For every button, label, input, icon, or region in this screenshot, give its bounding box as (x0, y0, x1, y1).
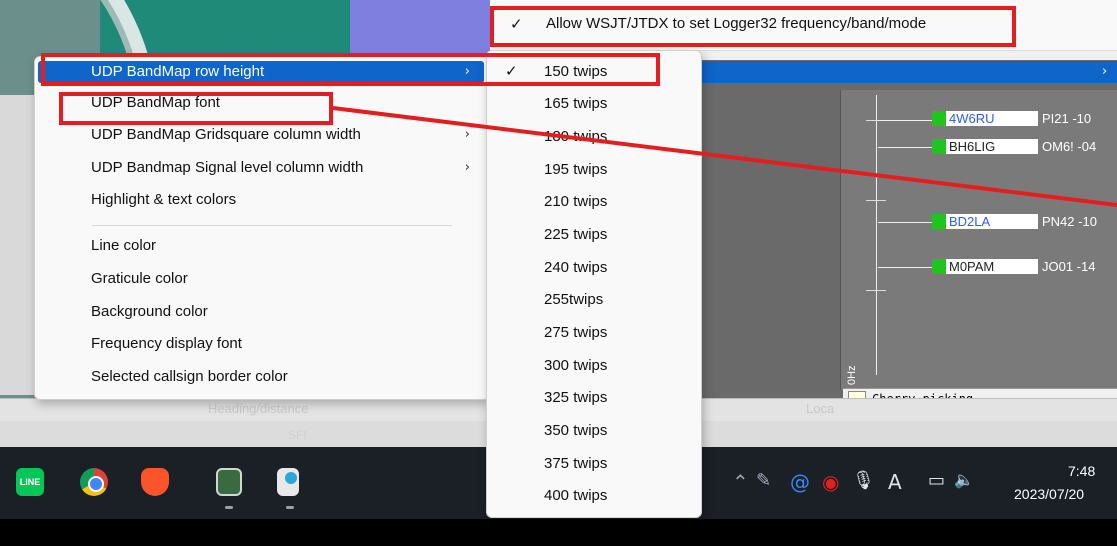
annotation-arrow (332, 106, 1117, 207)
annotation-arrow-line (332, 106, 1117, 207)
